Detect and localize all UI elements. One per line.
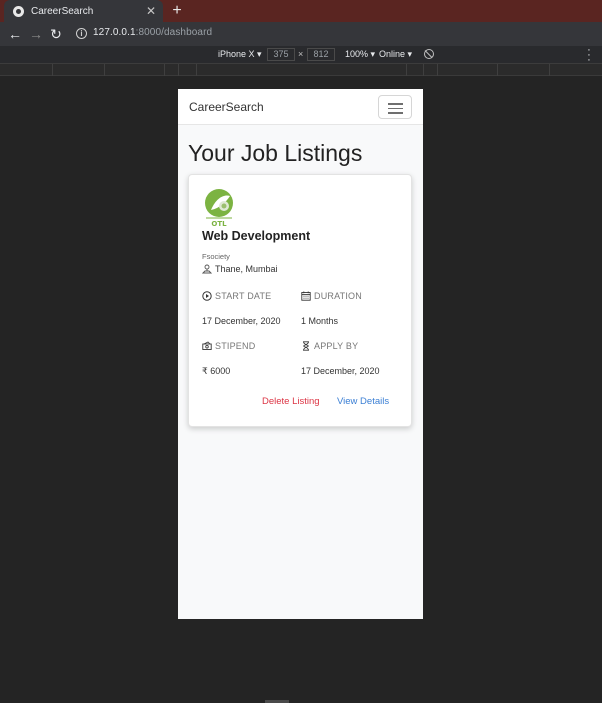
start-date-heading: START DATE <box>202 291 271 301</box>
start-date-label: START DATE <box>215 291 272 301</box>
company-logo-icon: OTL <box>205 189 233 228</box>
no-throttle-icon[interactable] <box>424 49 434 59</box>
company-name: Fsociety <box>202 252 230 261</box>
device-toolbar: iPhone X ▾ 375 × 812 100% ▾ Online ▾ · · · <box>0 45 602 66</box>
favicon-icon <box>13 5 24 17</box>
app-navbar: CareerSearch <box>178 89 423 125</box>
page-title: Your Job Listings <box>188 140 363 166</box>
play-circle-icon <box>202 291 212 301</box>
browser-tab[interactable]: CareerSearch ✕ <box>4 0 163 22</box>
location: Thane, Mumbai <box>202 264 278 274</box>
stipend-value: ₹ 6000 <box>202 366 231 376</box>
view-details-button[interactable]: View Details <box>337 396 389 407</box>
width-input[interactable]: 375 <box>267 48 295 61</box>
new-tab-button[interactable]: + <box>170 2 184 20</box>
navbar-brand[interactable]: CareerSearch <box>189 100 264 114</box>
close-tab-icon[interactable]: ✕ <box>143 4 159 18</box>
duration-heading: DURATION <box>301 291 362 301</box>
calendar-icon <box>301 291 311 301</box>
browser-toolbar: ← → ↻ i 127.0.0.1:8000/dashboard <box>0 22 602 46</box>
hourglass-icon <box>303 341 309 351</box>
location-text: Thane, Mumbai <box>215 264 278 274</box>
duration-label: DURATION <box>314 291 362 301</box>
delete-listing-button[interactable]: Delete Listing <box>262 396 320 407</box>
url-host: 127.0.0.1 <box>93 27 136 38</box>
forward-button[interactable]: → <box>27 25 45 43</box>
media-query-ruler <box>0 64 602 76</box>
back-button[interactable]: ← <box>6 25 24 43</box>
more-options-icon[interactable]: · · · <box>586 45 592 66</box>
network-select[interactable]: Online ▾ <box>379 49 412 60</box>
money-icon <box>202 341 212 350</box>
browser-tab-bar: CareerSearch ✕ + <box>0 0 602 22</box>
location-icon <box>202 264 212 274</box>
svg-text:OTL: OTL <box>211 220 227 228</box>
height-input[interactable]: 812 <box>307 48 335 61</box>
address-bar[interactable]: 127.0.0.1:8000/dashboard <box>93 27 212 38</box>
url-path: :8000/dashboard <box>135 27 213 38</box>
stipend-heading: STIPEND <box>202 341 255 351</box>
dimension-separator: × <box>298 49 304 59</box>
start-date-value: 17 December, 2020 <box>202 316 281 326</box>
apply-by-label: APPLY BY <box>314 341 359 351</box>
navbar-toggle-button[interactable] <box>378 95 412 119</box>
device-viewport: CareerSearch Your Job Listings OTL Web D… <box>178 89 423 619</box>
device-select[interactable]: iPhone X ▾ <box>218 49 262 60</box>
apply-by-value: 17 December, 2020 <box>301 366 380 376</box>
duration-value: 1 Months <box>301 316 339 326</box>
reload-button[interactable]: ↻ <box>47 25 65 43</box>
stipend-label: STIPEND <box>215 341 256 351</box>
tab-title: CareerSearch <box>31 5 94 17</box>
apply-by-heading: APPLY BY <box>301 341 358 351</box>
site-info-icon[interactable]: i <box>76 28 87 39</box>
job-listing-card: OTL Web Development Fsociety Thane, Mumb… <box>188 174 412 427</box>
job-title: Web Development <box>202 229 311 243</box>
zoom-select[interactable]: 100% ▾ <box>345 49 375 60</box>
